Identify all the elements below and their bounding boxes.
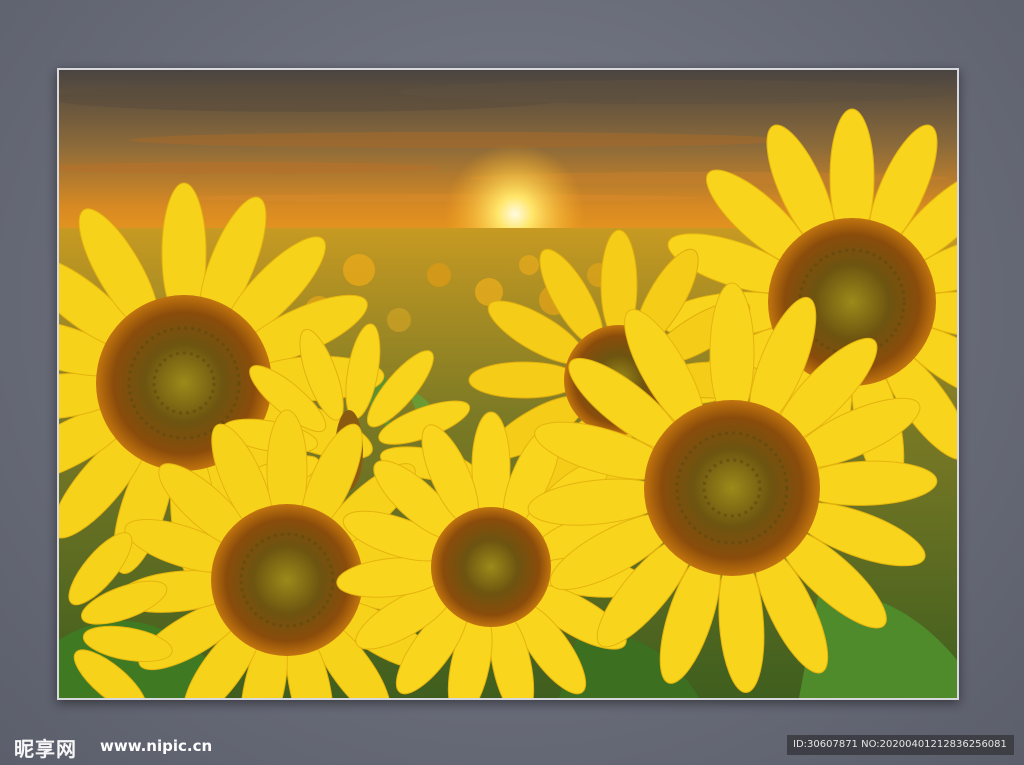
framed-picture <box>57 68 959 700</box>
nipic-logo-watermark: 昵享网 <box>14 737 77 761</box>
sunflower-sunset-photo <box>59 70 957 698</box>
nipic-url-watermark: www.nipic.cn <box>100 737 213 755</box>
image-id-bar: ID:30607871 NO:20200401212836256081 <box>787 735 1014 755</box>
